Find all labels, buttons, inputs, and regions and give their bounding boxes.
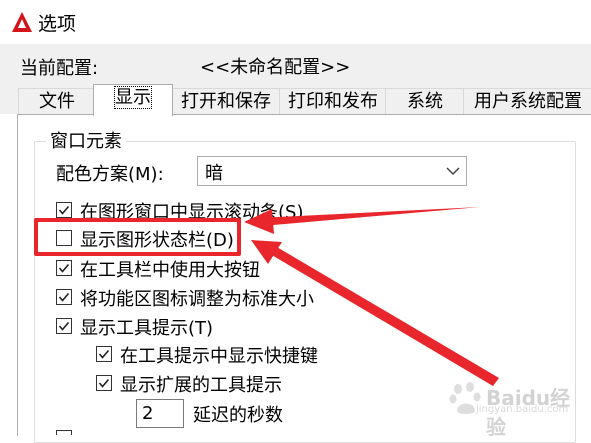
current-profile-row: 当前配置: <<未命名配置>>	[0, 44, 591, 84]
tab-open-save[interactable]: 打开和保存	[171, 88, 281, 115]
watermark-url: jingyan.baidu.com	[476, 404, 569, 415]
tab-user-preferences[interactable]: 用户系统配置	[463, 88, 591, 115]
checkmark-icon	[98, 378, 110, 388]
checkmark-icon	[58, 321, 70, 331]
checkbox-box[interactable]	[96, 346, 112, 362]
checkmark-icon	[58, 292, 70, 302]
chevron-down-icon	[446, 167, 460, 176]
tab-strip: 文件 显示 打开和保存 打印和发布 系统 用户系统配置	[0, 84, 591, 116]
checkbox-label: 显示工具提示(T)	[80, 318, 214, 339]
tooltip-delay-label: 延迟的秒数	[193, 405, 283, 426]
tab-system[interactable]: 系统	[385, 88, 465, 115]
checkmark-icon	[58, 205, 70, 215]
checkbox-box[interactable]	[56, 260, 72, 276]
checkbox-box[interactable]	[56, 289, 72, 305]
checkbox-label: 在工具提示中显示快捷键	[120, 346, 318, 367]
current-profile-value: <<未命名配置>>	[200, 57, 351, 78]
color-scheme-value: 暗	[205, 163, 223, 184]
tooltip-delay-input[interactable]: 2	[136, 399, 184, 428]
window-elements-title: 窗口元素	[46, 127, 126, 153]
title-bar: 选项	[0, 0, 591, 44]
tab-plot-publish[interactable]: 打印和发布	[279, 88, 387, 115]
tab-display[interactable]: 显示	[93, 84, 173, 116]
baidu-watermark: Baidu经验 jingyan.baidu.com	[448, 376, 578, 439]
autocad-app-icon	[12, 12, 32, 32]
window-title: 选项	[38, 13, 77, 35]
tab-files[interactable]: 文件	[18, 88, 96, 115]
current-profile-label: 当前配置:	[20, 58, 99, 79]
partial-checkbox-box[interactable]	[56, 430, 72, 435]
tooltip-delay-value: 2	[142, 403, 154, 424]
checkmark-icon	[58, 263, 70, 273]
checkbox-box[interactable]	[56, 318, 72, 334]
color-scheme-select[interactable]: 暗	[197, 156, 467, 186]
checkmark-icon	[98, 349, 110, 359]
checkbox-label: 显示扩展的工具提示	[120, 375, 282, 396]
checkbox-label: 在工具栏中使用大按钮	[80, 260, 260, 281]
checkbox-box[interactable]	[56, 202, 72, 218]
color-scheme-label: 配色方案(M):	[56, 164, 164, 185]
checkbox-label: 将功能区图标调整为标准大小	[80, 289, 314, 310]
annotation-highlight-box	[34, 218, 241, 256]
checkbox-box[interactable]	[96, 375, 112, 391]
